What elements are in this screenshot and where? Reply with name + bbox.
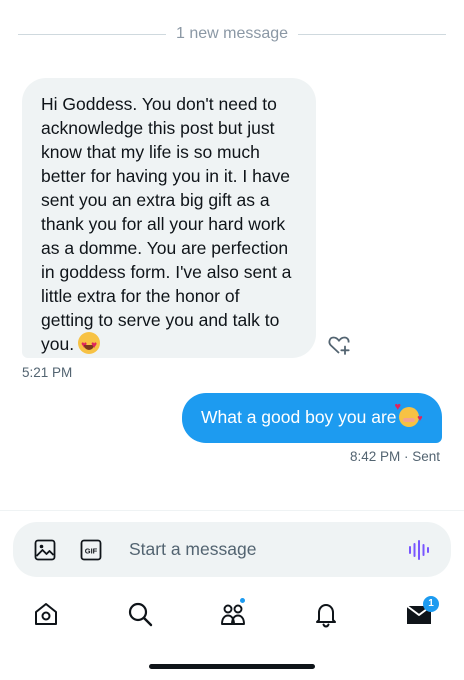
nav-notifications[interactable] (312, 600, 340, 628)
heart-eyes-emoji-icon (78, 332, 101, 358)
nav-communities[interactable] (219, 597, 247, 628)
voice-waveform-icon (409, 540, 429, 560)
incoming-message-text: Hi Goddess. You don't need to acknowledg… (41, 92, 302, 358)
voice-message-button[interactable] (407, 539, 429, 561)
new-message-divider: 1 new message (18, 22, 446, 46)
message-input[interactable] (129, 522, 389, 577)
home-indicator[interactable] (149, 664, 315, 669)
divider-line-right (298, 33, 446, 35)
messages-badge: 1 (423, 596, 439, 612)
composer-separator (0, 510, 464, 511)
incoming-message-bubble[interactable]: Hi Goddess. You don't need to acknowledg… (22, 78, 316, 358)
nav-search[interactable] (126, 600, 154, 628)
communities-badge-dot (239, 597, 246, 604)
gif-icon-label: GIF (85, 547, 98, 556)
incoming-message-timestamp: 5:21 PM (22, 365, 73, 380)
incoming-message-body: Hi Goddess. You don't need to acknowledg… (41, 94, 292, 354)
divider-line-left (18, 33, 166, 35)
nav-messages[interactable]: 1 (405, 596, 439, 628)
add-photo-button[interactable] (34, 539, 56, 561)
smiling-hearts-emoji-icon (395, 401, 423, 427)
add-gif-button[interactable]: GIF (80, 539, 102, 561)
notifications-icon (316, 604, 336, 628)
outgoing-message-bubble[interactable]: What a good boy you are (182, 393, 442, 443)
communities-icon (221, 604, 245, 625)
add-reaction-button[interactable] (326, 332, 352, 358)
search-icon (128, 602, 153, 627)
message-composer: GIF (13, 522, 451, 577)
outgoing-message-status: 8:42 PM · Sent (349, 449, 440, 464)
home-icon (35, 603, 57, 625)
image-icon (34, 539, 56, 561)
outgoing-message-text: What a good boy you are (201, 407, 397, 427)
new-message-label: 1 new message (175, 25, 289, 42)
heart-plus-icon (328, 336, 350, 355)
nav-home[interactable] (32, 600, 60, 628)
gif-icon: GIF (80, 539, 102, 561)
bottom-navigation: 1 (0, 592, 464, 636)
